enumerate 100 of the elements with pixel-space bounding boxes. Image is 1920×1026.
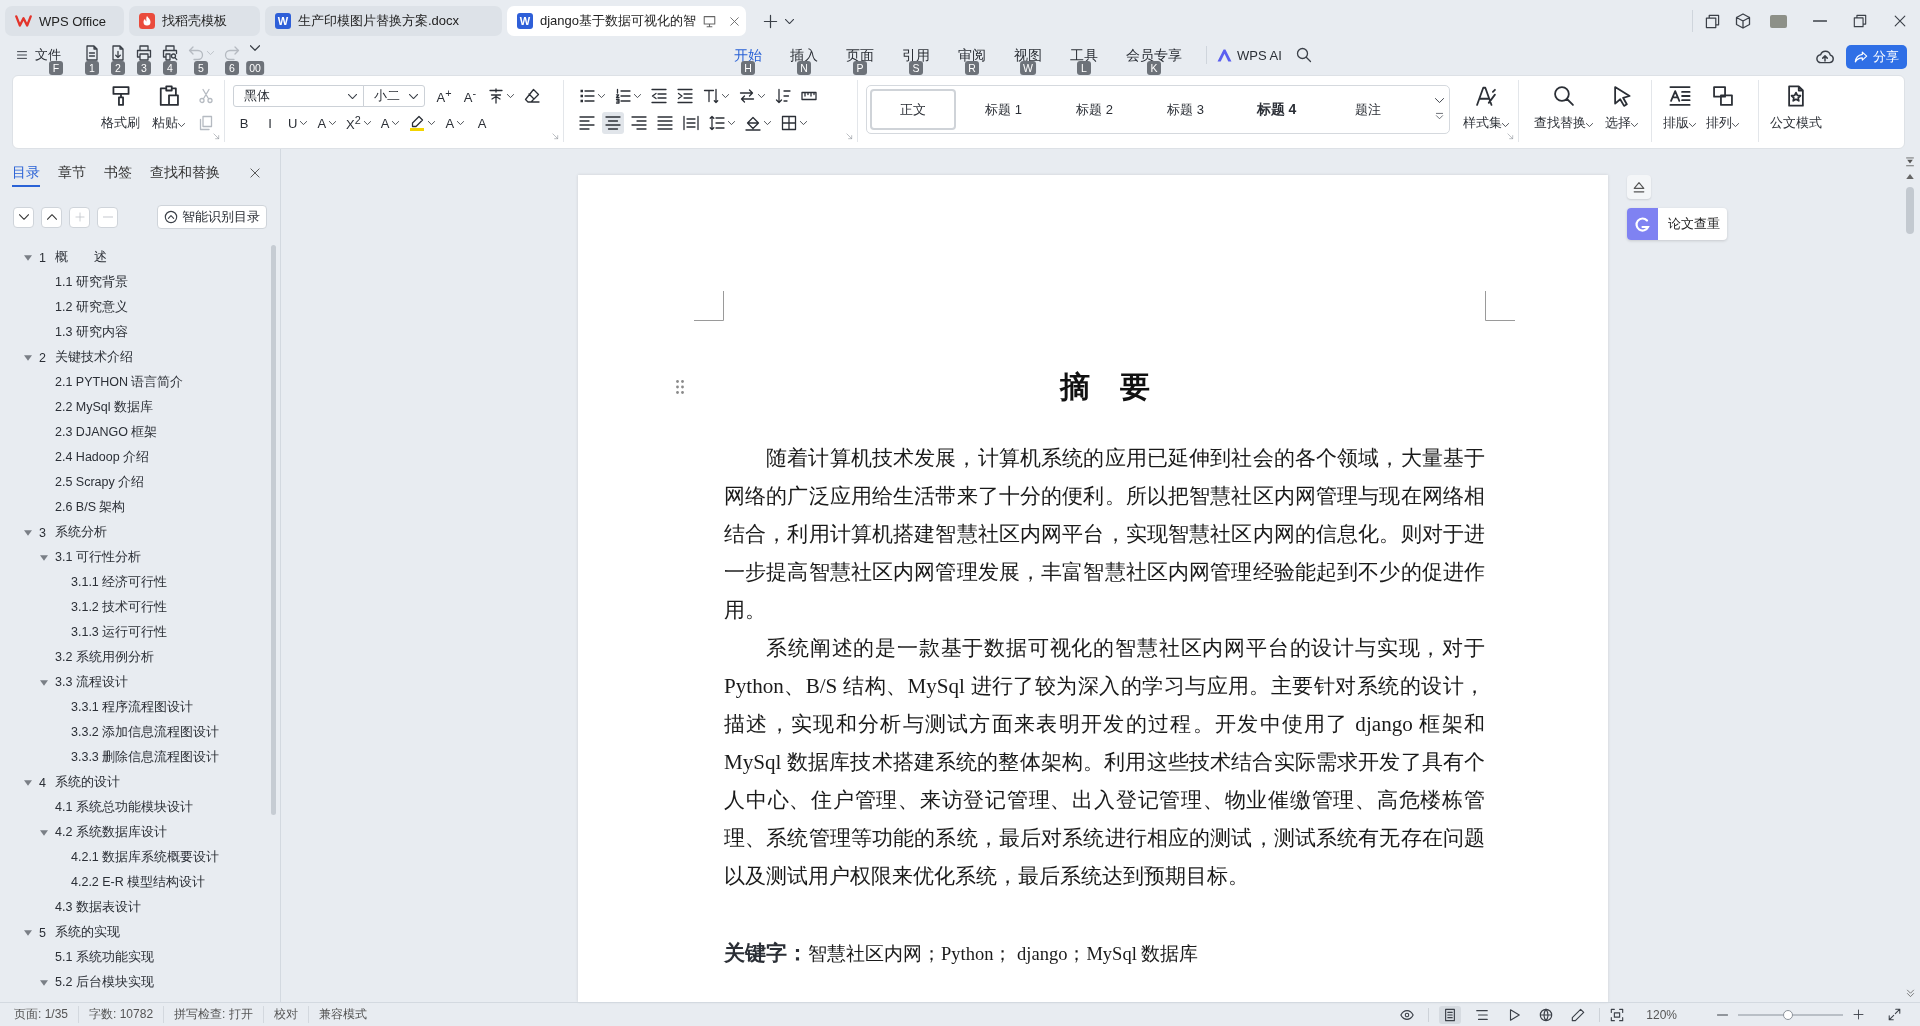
- drag-handle-icon[interactable]: [676, 380, 684, 394]
- style-item[interactable]: 标题 4: [1231, 86, 1322, 133]
- chevron-up-button[interactable]: [41, 206, 62, 228]
- outline-item[interactable]: 3.3 流程设计: [0, 670, 271, 695]
- slider-thumb[interactable]: [1783, 1009, 1794, 1020]
- window-icon[interactable]: [1705, 13, 1720, 29]
- outline-item[interactable]: 2 关键技术介绍: [0, 345, 271, 370]
- outline-item[interactable]: 3.3.1 程序流程图设计: [0, 695, 271, 720]
- chevron-down-icon[interactable]: [1434, 98, 1444, 103]
- outline-item[interactable]: 3.1 可行性分析: [0, 545, 271, 570]
- status-item[interactable]: 字数: 10782: [79, 1006, 165, 1023]
- format-painter-button[interactable]: 格式刷: [98, 85, 143, 134]
- outline-item[interactable]: 3.1.2 技术可行性: [0, 595, 271, 620]
- style-item[interactable]: 标题 1: [958, 86, 1049, 133]
- print-preview-icon[interactable]: [162, 45, 178, 61]
- scrollbar-thumb[interactable]: [271, 245, 276, 815]
- outline-item[interactable]: 1.2 研究意义: [0, 295, 271, 320]
- underline-button[interactable]: U: [285, 112, 311, 134]
- outline-item[interactable]: 3.2 系统用例分析: [0, 645, 271, 670]
- scrollbar-thumb[interactable]: [1906, 187, 1914, 234]
- style-set-button[interactable]: 样式集: [1460, 85, 1512, 134]
- fit-screen-icon[interactable]: [1610, 1007, 1625, 1022]
- outline-item[interactable]: 4 系统的设计: [0, 770, 271, 795]
- outline-item[interactable]: 4.2.2 E-R 模型结构设计: [0, 870, 271, 895]
- outline-item[interactable]: 1.1 研究背景: [0, 270, 271, 295]
- plus-icon[interactable]: [1853, 1009, 1864, 1020]
- close-icon[interactable]: [249, 167, 261, 179]
- grow-font-button[interactable]: A$^{+}$: [433, 85, 455, 107]
- font-color-button[interactable]: A: [442, 112, 468, 134]
- outline-item[interactable]: 3.3.3 删除信息流程图设计: [0, 745, 271, 770]
- outline-item[interactable]: 1 概 述: [0, 245, 271, 270]
- outline-item[interactable]: 4.3 数据表设计: [0, 895, 271, 920]
- chevron-down-button[interactable]: [13, 206, 34, 228]
- paste-button[interactable]: 粘贴: [149, 85, 188, 134]
- shrink-font-button[interactable]: A$^{-}$: [459, 85, 481, 107]
- status-item[interactable]: 校对: [263, 1006, 309, 1023]
- font-family-dropdown[interactable]: 黑体: [233, 85, 364, 107]
- outline-item[interactable]: 3.3.2 添加信息流程图设计: [0, 720, 271, 745]
- panel-tab[interactable]: 目录: [12, 159, 40, 187]
- ai-button[interactable]: WPS AI: [1217, 47, 1282, 63]
- bold-button[interactable]: B: [233, 112, 255, 134]
- italic-button[interactable]: I: [259, 112, 281, 134]
- restore-icon[interactable]: [1853, 14, 1867, 28]
- style-item[interactable]: 正文: [870, 89, 956, 130]
- share-button[interactable]: 分享: [1846, 45, 1907, 69]
- text-effect-button[interactable]: A: [377, 112, 403, 134]
- panel-tab[interactable]: 查找和替换: [150, 159, 220, 187]
- close-icon[interactable]: [729, 15, 741, 27]
- status-item[interactable]: 拼写检查: 打开: [164, 1006, 264, 1023]
- outline-item[interactable]: 2.1 PYTHON 语言简介: [0, 370, 271, 395]
- outline-item[interactable]: 5 系统的实现: [0, 920, 271, 945]
- select-button[interactable]: 选择: [1602, 85, 1641, 134]
- outline-item[interactable]: 2.5 Scrapy 介绍: [0, 470, 271, 495]
- outline-item[interactable]: 5.1 系统功能实现: [0, 945, 271, 970]
- outline-item[interactable]: 5.2 后台模块实现: [0, 970, 271, 995]
- document-tab[interactable]: W django基于数据可视化的智: [507, 6, 746, 36]
- collapse-button[interactable]: [1627, 175, 1651, 199]
- plus-icon[interactable]: [763, 13, 778, 29]
- caret-icon[interactable]: [785, 18, 794, 24]
- strikethrough-button[interactable]: A: [314, 112, 340, 134]
- superscript-button[interactable]: X$^{2}$: [343, 112, 374, 134]
- panel-tab[interactable]: 书签: [104, 159, 132, 187]
- outline-item[interactable]: 2.4 Hadoop 介绍: [0, 445, 271, 470]
- outline-item[interactable]: 3.1.3 运行可行性: [0, 620, 271, 645]
- outline-item[interactable]: 3 系统分析: [0, 520, 271, 545]
- printer-icon[interactable]: [136, 45, 152, 61]
- zoom-level[interactable]: 120%: [1646, 1007, 1677, 1022]
- cube-icon[interactable]: [1735, 13, 1751, 29]
- align-center-button[interactable]: [602, 112, 624, 134]
- arrange-button[interactable]: 排列: [1703, 85, 1742, 134]
- official-mode-button[interactable]: 公文模式: [1767, 85, 1825, 134]
- style-item[interactable]: 标题 2: [1049, 86, 1140, 133]
- fullscreen-icon[interactable]: [1888, 1008, 1901, 1021]
- font-size-dropdown[interactable]: 小二: [363, 85, 425, 107]
- file-menu-button[interactable]: 文件: [16, 46, 61, 64]
- panel-tab[interactable]: 章节: [58, 159, 86, 187]
- down-triangle-icon[interactable]: [1905, 157, 1915, 167]
- style-item[interactable]: 标题 3: [1140, 86, 1231, 133]
- style-item[interactable]: 题注: [1322, 86, 1413, 133]
- outline-item[interactable]: 2.6 B/S 架构: [0, 495, 271, 520]
- export-icon[interactable]: [110, 45, 126, 61]
- outline-item[interactable]: 4.1 系统总功能模块设计: [0, 795, 271, 820]
- search-icon[interactable]: [1295, 47, 1312, 63]
- avatar-photo[interactable]: [1770, 14, 1787, 28]
- paper-check-button[interactable]: 论文查重: [1627, 208, 1727, 240]
- outline-item[interactable]: 1.3 研究内容: [0, 320, 271, 345]
- double-chevron-icon[interactable]: [1905, 989, 1915, 998]
- up-triangle-icon[interactable]: [1906, 174, 1914, 179]
- typesetting-button[interactable]: 排版: [1660, 85, 1699, 134]
- document-tab[interactable]: W 生产印模图片替换方案.docx: [265, 6, 502, 36]
- char-shading-button[interactable]: A: [471, 112, 494, 134]
- home-tab[interactable]: WPS Office: [5, 6, 124, 36]
- cloud-upload-icon[interactable]: [1816, 48, 1834, 66]
- smart-toc-button[interactable]: 智能识别目录: [157, 205, 267, 229]
- expand-gallery-icon[interactable]: [1434, 112, 1444, 121]
- outline-item[interactable]: 2.3 DJANGO 框架: [0, 420, 271, 445]
- page-view-button[interactable]: [1439, 1005, 1462, 1024]
- outline-item[interactable]: 2.2 MySql 数据库: [0, 395, 271, 420]
- outline-item[interactable]: 3.1.1 经济可行性: [0, 570, 271, 595]
- status-item[interactable]: 兼容模式: [308, 1006, 377, 1023]
